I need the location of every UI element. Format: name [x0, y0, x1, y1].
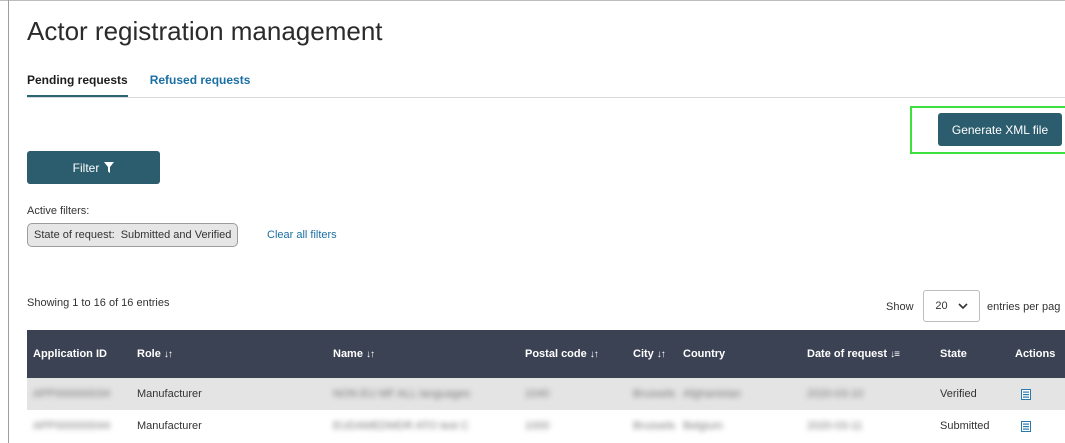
filter-chip-value: Submitted and Verified [120, 229, 232, 241]
entries-per-page-label: entries per pag [987, 301, 1061, 313]
cell-date: 2020-03-11 [807, 420, 863, 432]
document-icon [1021, 420, 1031, 432]
requests-table: Application ID Role ↓↑ Name ↓↑ Postal co… [27, 330, 1065, 442]
cell-state: Submitted [940, 420, 990, 432]
row-action-button[interactable] [1021, 378, 1031, 410]
col-state: State [940, 330, 967, 378]
clear-all-filters-link[interactable]: Clear all filters [267, 229, 337, 241]
col-postal-code[interactable]: Postal code ↓↑ [525, 330, 599, 378]
filter-chip-state[interactable]: State of request: Submitted and Verified [27, 223, 239, 247]
sort-arrows-icon: ↓↑ [365, 348, 375, 360]
cell-country: Belgium [683, 420, 723, 432]
col-city-label: City [633, 348, 654, 360]
sort-arrows-icon: ↓↑ [656, 348, 666, 360]
table-row: APP000000044 Manufacturer EUDAMEDMDR ATO… [27, 410, 1065, 442]
cell-name: NON EU MF ALL languages [333, 388, 471, 400]
row-action-button[interactable] [1021, 410, 1031, 442]
document-icon [1021, 388, 1031, 400]
col-state-label: State [940, 348, 967, 360]
col-role-label: Role [137, 348, 161, 360]
col-name-label: Name [333, 348, 363, 360]
sort-arrows-icon: ↓↑ [163, 348, 173, 360]
cell-name: EUDAMEDMDR ATO test C [333, 420, 469, 432]
cell-postal-code: 1040 [525, 388, 550, 400]
tab-pending-requests[interactable]: Pending requests [27, 71, 128, 98]
sort-arrows-icon: ↓↑ [589, 348, 599, 360]
active-filters-label: Active filters: [27, 205, 90, 217]
cell-state: Verified [940, 388, 977, 400]
cell-postal-code: 1000 [525, 420, 550, 432]
col-city[interactable]: City ↓↑ [633, 330, 666, 378]
page-title: Actor registration management [27, 16, 383, 46]
tab-bar: Pending requests Refused requests [27, 71, 272, 98]
col-date-label: Date of request [807, 348, 888, 360]
cell-role: Manufacturer [137, 420, 202, 432]
cell-application-id: APP000000034 [33, 388, 111, 400]
table-row: APP000000034 Manufacturer NON EU MF ALL … [27, 378, 1065, 410]
cell-city: Brussels [633, 420, 676, 432]
col-actions-label: Actions [1015, 348, 1056, 360]
window-left-border [8, 0, 9, 443]
cell-country: Afghanistan [683, 388, 742, 400]
filter-button[interactable]: Filter [27, 151, 160, 184]
col-role[interactable]: Role ↓↑ [137, 330, 173, 378]
col-name[interactable]: Name ↓↑ [333, 330, 375, 378]
funnel-icon [104, 162, 115, 173]
col-country: Country [683, 330, 725, 378]
page-size-select[interactable]: 20 [923, 290, 980, 322]
col-country-label: Country [683, 348, 726, 360]
tab-refused-requests[interactable]: Refused requests [150, 71, 251, 98]
cell-role: Manufacturer [137, 388, 202, 400]
sort-desc-icon: ↓≡ [890, 348, 900, 360]
cell-date: 2020-03-10 [807, 388, 864, 400]
col-postal-code-label: Postal code [525, 348, 587, 360]
col-actions: Actions [1015, 330, 1055, 378]
show-label: Show [886, 301, 914, 313]
tab-divider [27, 97, 1065, 98]
col-date-of-request[interactable]: Date of request ↓≡ [807, 330, 900, 378]
page-size-value: 20 [935, 300, 948, 312]
table-header: Application ID Role ↓↑ Name ↓↑ Postal co… [27, 330, 1065, 378]
entries-summary: Showing 1 to 16 of 16 entries [27, 297, 170, 309]
chevron-down-icon [958, 302, 968, 309]
filter-label: Filter [72, 160, 100, 175]
cell-application-id: APP000000044 [33, 420, 111, 432]
filter-chip-key: State of request: [34, 229, 115, 241]
col-application-id-label: Application ID [33, 348, 107, 360]
generate-xml-button[interactable]: Generate XML file [938, 113, 1062, 146]
window-top-border [0, 0, 1065, 1]
cell-city: Brussels [633, 388, 676, 400]
col-application-id: Application ID [33, 330, 107, 378]
